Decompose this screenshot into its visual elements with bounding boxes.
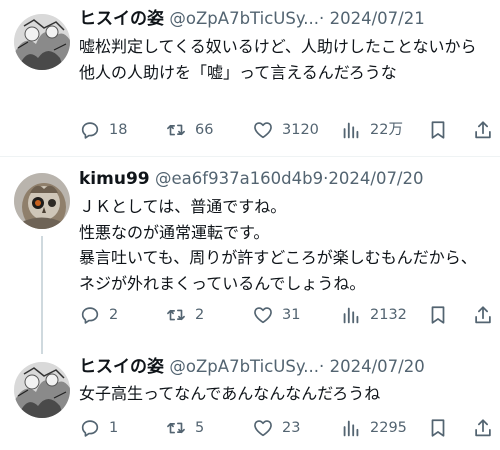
repost-icon <box>165 417 187 439</box>
reply-button[interactable]: 18 <box>79 117 127 143</box>
views-button[interactable]: 22万 <box>340 117 403 143</box>
display-name[interactable]: ヒスイの姿 <box>79 9 164 29</box>
reply-count: 1 <box>109 420 119 436</box>
heart-icon <box>252 119 274 141</box>
share-icon <box>472 119 494 141</box>
manga-illustration-avatar-icon <box>14 362 70 418</box>
manga-illustration-avatar-icon <box>14 14 70 70</box>
views-button[interactable]: 2132 <box>340 302 407 328</box>
tweet-actions: 1 5 23 2295 <box>79 415 494 441</box>
separator-dot: · <box>318 357 325 376</box>
reply-count: 18 <box>109 122 128 138</box>
tweet-divider <box>0 156 500 157</box>
like-button[interactable]: 3120 <box>252 117 319 143</box>
tweet-1[interactable]: ヒスイの姿 @oZpA7bTicUSy...· 2024/07/21 嘘松判定し… <box>0 0 500 150</box>
views-icon <box>340 119 362 141</box>
tweet-text: 嘘松判定してくる奴いるけど、人助けしたことないから他人の人助けを「嘘」って言える… <box>79 37 477 82</box>
avatar[interactable] <box>14 14 70 70</box>
tweet-actions: 2 2 31 2132 <box>79 302 494 328</box>
display-name[interactable]: kimu99 <box>79 169 150 189</box>
tweet-3[interactable]: ヒスイの姿 @oZpA7bTicUSy...· 2024/07/20 女子高生っ… <box>0 350 500 450</box>
share-button[interactable] <box>472 302 494 328</box>
user-handle[interactable]: @oZpA7bTicUSy... <box>169 9 319 28</box>
like-count: 3120 <box>282 122 319 138</box>
tweet-header: kimu99 @ea6f937a160d4b9·2024/07/20 <box>79 167 492 191</box>
tweet-actions: 18 66 3120 22万 <box>79 117 494 143</box>
user-handle[interactable]: @oZpA7bTicUSy... <box>169 357 319 376</box>
repost-icon <box>165 304 187 326</box>
separator-dot: · <box>318 9 325 28</box>
repost-icon <box>165 119 187 141</box>
share-icon <box>472 304 494 326</box>
post-date[interactable]: 2024/07/20 <box>330 357 425 376</box>
bookmark-icon <box>427 417 449 439</box>
tweet-header: ヒスイの姿 @oZpA7bTicUSy...· 2024/07/21 <box>79 7 492 31</box>
repost-count: 5 <box>195 420 205 436</box>
tweet-text: ＪＫとしては、普通ですね。 性悪なのが通常運転です。 暴言吐いても、周りが許すど… <box>79 197 477 293</box>
share-button[interactable] <box>472 415 494 441</box>
reply-button[interactable]: 2 <box>79 302 118 328</box>
reply-icon <box>79 119 101 141</box>
tweet-2[interactable]: kimu99 @ea6f937a160d4b9·2024/07/20 ＪＫとして… <box>0 160 500 350</box>
views-count: 2132 <box>370 307 407 323</box>
heart-icon <box>252 304 274 326</box>
display-name[interactable]: ヒスイの姿 <box>79 357 164 377</box>
heart-icon <box>252 417 274 439</box>
repost-count: 2 <box>195 307 205 323</box>
reply-button[interactable]: 1 <box>79 415 118 441</box>
avatar[interactable] <box>14 173 70 229</box>
share-button[interactable] <box>472 117 494 143</box>
tweet-header: ヒスイの姿 @oZpA7bTicUSy...· 2024/07/20 <box>79 355 492 379</box>
post-date[interactable]: 2024/07/21 <box>330 9 425 28</box>
views-button[interactable]: 2295 <box>340 415 407 441</box>
like-button[interactable]: 31 <box>252 302 300 328</box>
repost-button[interactable]: 5 <box>165 415 204 441</box>
like-button[interactable]: 23 <box>252 415 300 441</box>
bookmark-button[interactable] <box>427 117 449 143</box>
repost-button[interactable]: 66 <box>165 117 213 143</box>
reply-count: 2 <box>109 307 119 323</box>
tweet-text: 女子高生ってなんであんなんなんだろうね <box>79 384 381 403</box>
bookmark-icon <box>427 119 449 141</box>
post-date[interactable]: 2024/07/20 <box>328 169 423 188</box>
views-count: 22万 <box>370 122 403 138</box>
repost-button[interactable]: 2 <box>165 302 204 328</box>
bookmark-button[interactable] <box>427 415 449 441</box>
like-count: 23 <box>282 420 301 436</box>
avatar[interactable] <box>14 362 70 418</box>
reply-icon <box>79 417 101 439</box>
share-icon <box>472 417 494 439</box>
user-handle[interactable]: @ea6f937a160d4b9 <box>155 169 323 188</box>
bookmark-button[interactable] <box>427 302 449 328</box>
views-count: 2295 <box>370 420 407 436</box>
reply-icon <box>79 304 101 326</box>
owl-photo-avatar-icon <box>14 173 70 229</box>
views-icon <box>340 417 362 439</box>
repost-count: 66 <box>195 122 214 138</box>
bookmark-icon <box>427 304 449 326</box>
like-count: 31 <box>282 307 301 323</box>
views-icon <box>340 304 362 326</box>
